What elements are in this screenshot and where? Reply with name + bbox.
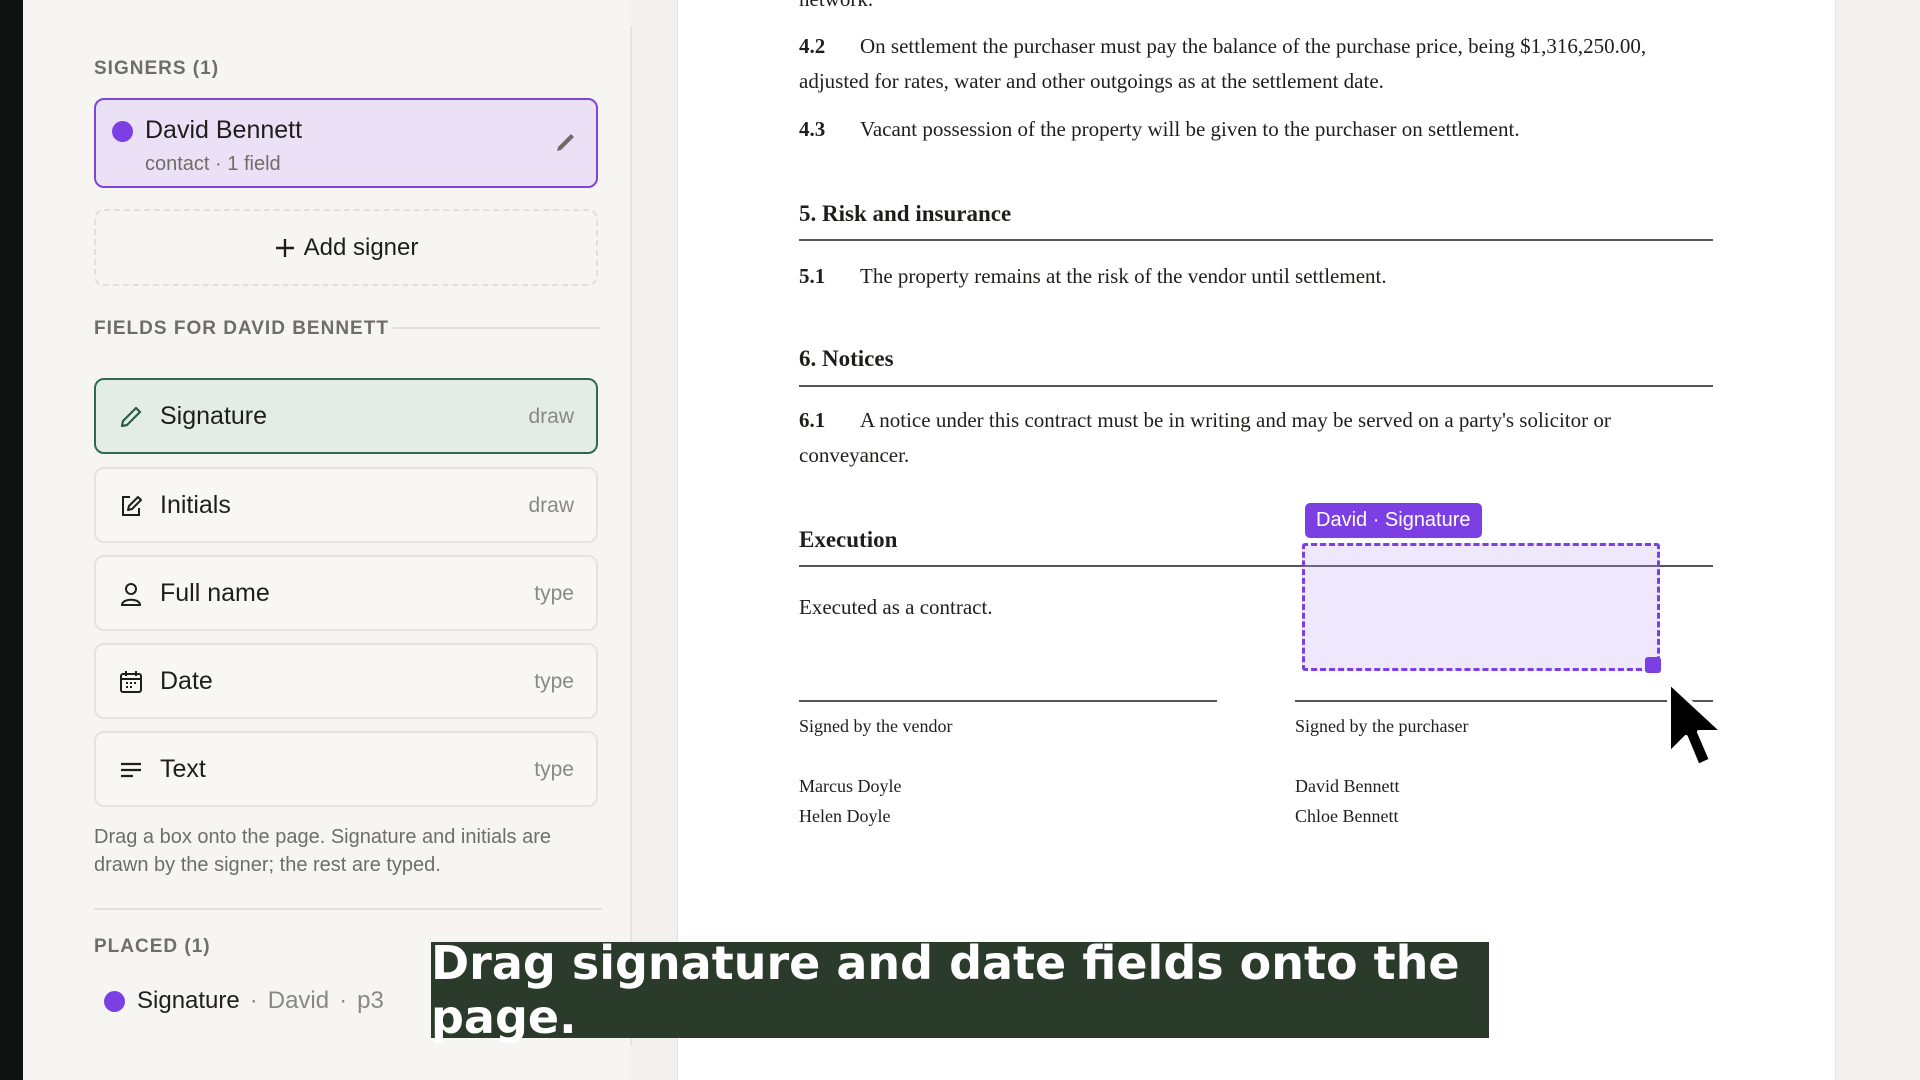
- heading-rule: [799, 385, 1713, 387]
- placed-field-tag[interactable]: David · Signature: [1305, 503, 1482, 538]
- section-heading: 6. Notices: [799, 346, 894, 371]
- help-text: Drag a box onto the page. Signature and …: [94, 826, 551, 876]
- executed-text: Executed as a contract.: [799, 595, 993, 619]
- purchaser-name: David Bennett: [1295, 776, 1400, 796]
- edit-icon: [122, 496, 142, 516]
- field-label: Date: [160, 667, 213, 695]
- placed-field-page: p3: [357, 987, 384, 1014]
- signer-field-count: 1 field: [227, 153, 281, 175]
- purchaser-name: Chloe Bennett: [1295, 806, 1399, 826]
- clause-text: A notice under this contract must be in …: [860, 408, 1611, 432]
- signers-section-label: SIGNERS (1): [94, 58, 220, 79]
- placed-signature-field[interactable]: [1302, 543, 1660, 671]
- field-label: Initials: [160, 491, 231, 519]
- placed-section-label: PLACED (1): [94, 936, 211, 957]
- field-label: Full name: [160, 579, 270, 607]
- section-heading: 5. Risk and insurance: [799, 201, 1012, 226]
- placed-field-signer: David: [267, 987, 330, 1014]
- meta-separator: ·: [215, 153, 228, 175]
- clause-text: Vacant possession of the property will b…: [860, 117, 1520, 141]
- vendor-signature-line: [799, 700, 1217, 702]
- field-text[interactable]: Text type: [94, 731, 598, 807]
- purchaser-signature-line: [1295, 700, 1713, 702]
- clause-number: 4.3: [799, 117, 826, 141]
- resize-handle[interactable]: [1645, 657, 1661, 673]
- paragraph-fragment: network.: [799, 0, 873, 17]
- vendor-name: Helen Doyle: [799, 806, 891, 826]
- field-label: Text: [160, 755, 206, 783]
- placed-field-type: Signature: [137, 987, 240, 1014]
- signer-card[interactable]: David Bennett contact · 1 field: [94, 98, 598, 188]
- placed-separator: ·: [249, 987, 258, 1014]
- placed-separator: ·: [339, 987, 348, 1014]
- text-lines-icon: [121, 762, 141, 778]
- clause-number: 5.1: [799, 264, 826, 288]
- clause-6-1: 6.1 A notice under this contract must be …: [799, 403, 1611, 438]
- field-signature[interactable]: Signature draw: [94, 378, 598, 454]
- field-full-name[interactable]: Full name type: [94, 555, 598, 631]
- clause-number: 4.2: [799, 34, 826, 58]
- signer-color-dot: [112, 121, 133, 142]
- window-edge: [0, 0, 23, 1080]
- section-heading: Execution: [799, 527, 898, 552]
- signer-meta: contact · 1 field: [145, 153, 281, 176]
- vendor-label: Signed by the vendor: [799, 716, 953, 736]
- clause-continuation: conveyancer.: [799, 443, 910, 467]
- clause-5-1: 5.1 The property remains at the risk of t…: [799, 259, 1387, 294]
- vendor-name: Marcus Doyle: [799, 776, 902, 796]
- section-rule: [393, 327, 601, 329]
- mouse-cursor-icon: [1667, 680, 1725, 768]
- placed-field-item[interactable]: Signature · David · p3: [104, 987, 384, 1015]
- add-signer-label: Add signer: [303, 233, 419, 261]
- field-label: Signature: [160, 402, 268, 430]
- document-page[interactable]: network. 4.2 On settlement the purchaser …: [677, 0, 1836, 1080]
- calendar-icon: [120, 671, 142, 693]
- fields-section-label: FIELDS FOR DAVID BENNETT: [94, 318, 389, 339]
- clause-4-2: 4.2 On settlement the purchaser must pay …: [799, 29, 1646, 64]
- field-kind: draw: [528, 405, 574, 428]
- signer-color-dot: [104, 990, 125, 1012]
- caption-overlay: Drag signature and date fields onto the …: [431, 936, 1489, 1044]
- field-kind: type: [534, 670, 574, 693]
- field-kind: draw: [528, 494, 574, 517]
- purchaser-label: Signed by the purchaser: [1295, 716, 1469, 736]
- clause-continuation: adjusted for rates, water and other outg…: [799, 69, 1384, 93]
- field-date[interactable]: Date type: [94, 643, 598, 719]
- field-kind: type: [534, 758, 574, 781]
- signer-name: David Bennett: [145, 116, 303, 144]
- person-icon: [120, 583, 142, 606]
- add-signer-button[interactable]: Add signer: [94, 209, 598, 286]
- section-rule: [94, 908, 602, 910]
- plus-icon: [275, 238, 294, 257]
- pencil-icon[interactable]: [554, 130, 578, 154]
- clause-number: 6.1: [799, 408, 826, 432]
- clause-text: The property remains at the risk of the …: [860, 264, 1387, 288]
- clause-text: On settlement the purchaser must pay the…: [860, 34, 1647, 58]
- field-kind: type: [534, 582, 574, 605]
- heading-rule: [799, 239, 1713, 241]
- signer-role: contact: [145, 153, 210, 175]
- pen-icon: [120, 406, 142, 428]
- field-initials[interactable]: Initials draw: [94, 467, 598, 543]
- clause-4-3: 4.3 Vacant possession of the property wil…: [799, 112, 1520, 147]
